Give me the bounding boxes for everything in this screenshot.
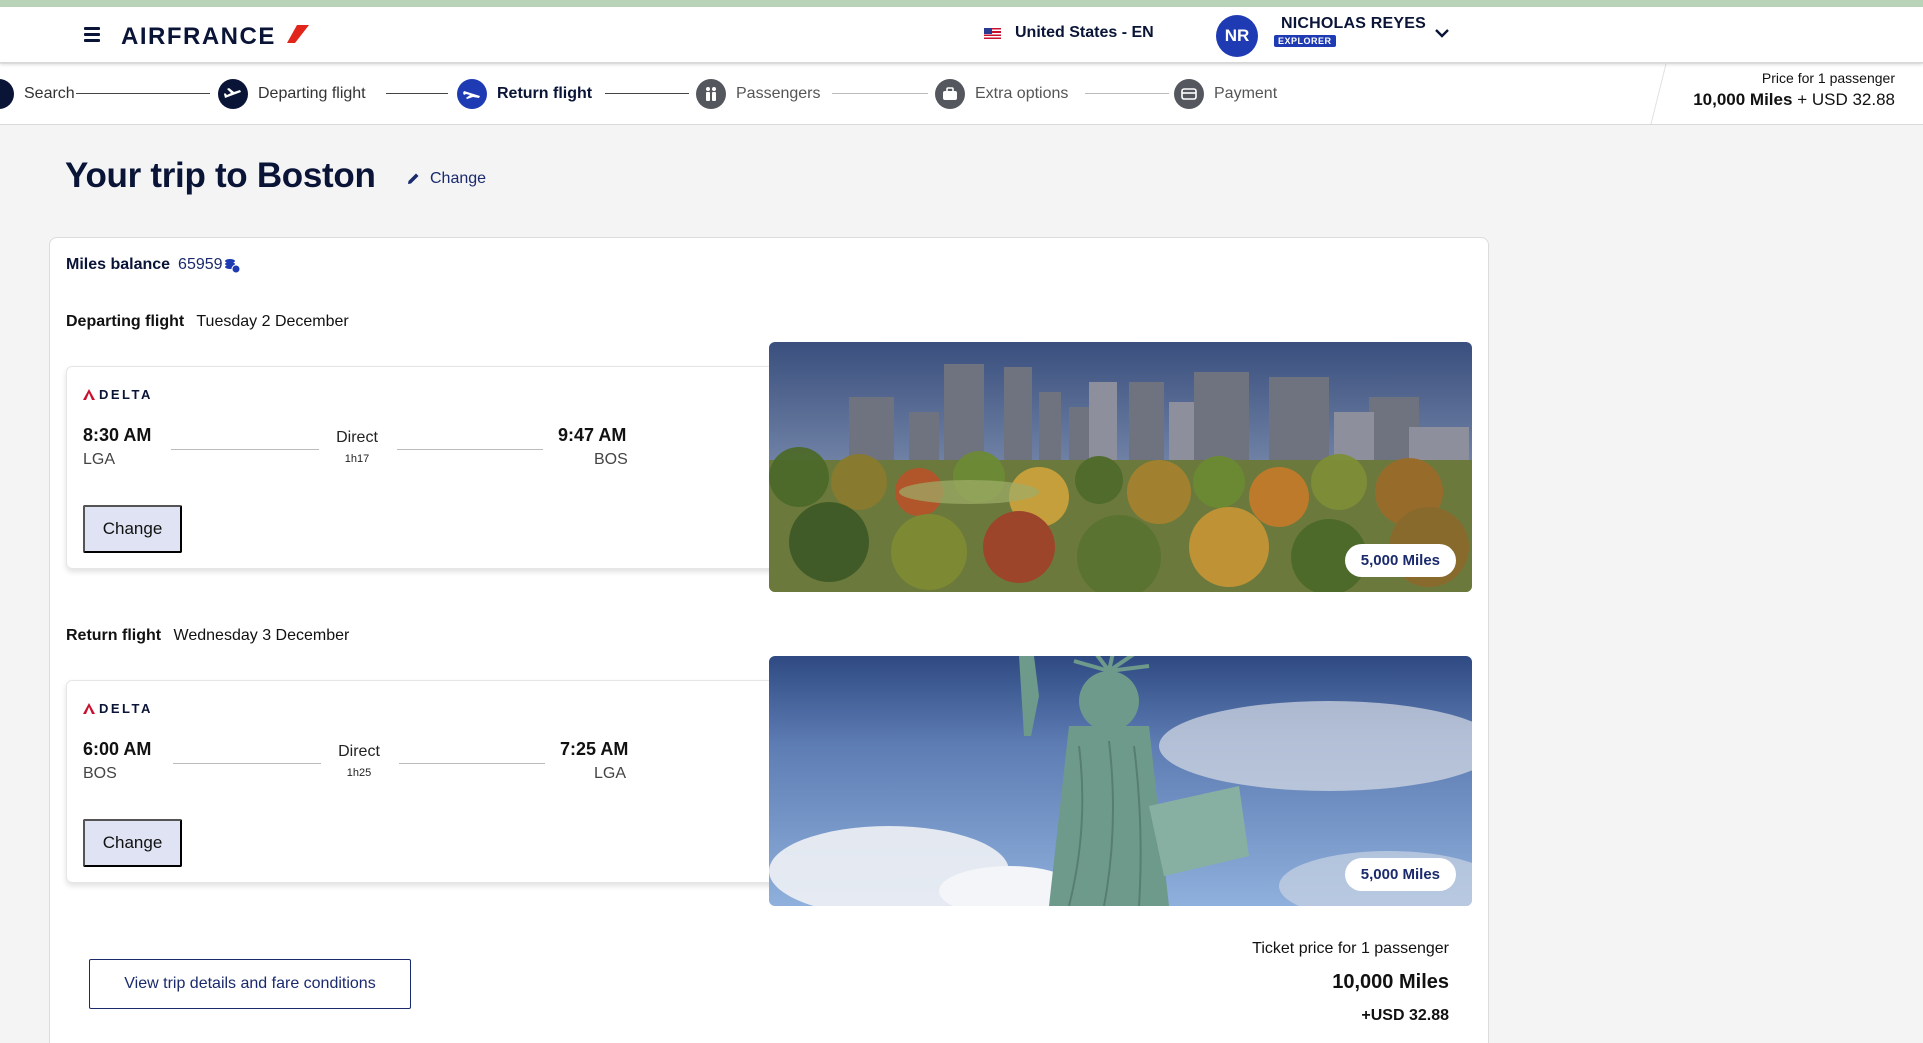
statue-of-liberty-image: 5,000 Miles — [769, 656, 1472, 906]
step-connector — [832, 93, 928, 94]
step-connector — [386, 93, 448, 94]
step-label: Payment — [1214, 85, 1278, 102]
departure-time: 6:00 AM — [83, 739, 152, 759]
locale-selector[interactable]: United States - EN — [984, 24, 1154, 42]
step-extra-options[interactable]: Extra options — [935, 79, 1068, 109]
user-tier-badge: EXPLORER — [1274, 35, 1336, 47]
divider — [1650, 64, 1667, 124]
step-connector — [605, 93, 689, 94]
page-title: Your trip to Boston — [65, 156, 376, 195]
search-step-icon — [0, 79, 14, 109]
route-line — [399, 763, 545, 764]
arrival-airport: LGA — [594, 765, 627, 782]
departure-airport: BOS — [83, 765, 117, 782]
site-header: AIRFRANCE United States - EN NR NICHOLAS… — [0, 7, 1923, 63]
delta-logo-icon — [83, 703, 95, 714]
return-flight-heading: Return flight Wednesday 3 December — [66, 627, 349, 645]
miles-coins-icon — [224, 259, 241, 274]
departing-miles-price: 5,000 Miles — [1344, 544, 1456, 577]
step-label: Return flight — [497, 85, 593, 102]
step-connector — [1085, 93, 1169, 94]
change-label: Change — [430, 170, 487, 187]
route-line — [397, 449, 543, 450]
airline-name: DELTA — [99, 701, 153, 716]
airfrance-logo[interactable]: AIRFRANCE — [121, 23, 276, 51]
passengers-icon — [696, 79, 726, 109]
arrival-time: 7:25 AM — [560, 739, 629, 759]
departing-flight-card: DELTA 8:30 AM LGA Direct 1h17 9:47 AM BO… — [66, 366, 786, 569]
us-flag-icon — [984, 27, 1001, 39]
departure-time: 8:30 AM — [83, 425, 152, 445]
route-line — [171, 449, 319, 450]
miles-balance-label: Miles balance — [66, 256, 171, 273]
price-summary-value: 10,000 Miles + USD 32.88 — [1693, 90, 1895, 110]
departure-airport: LGA — [83, 451, 116, 468]
miles-balance-value: 65959 — [178, 256, 223, 273]
step-passengers[interactable]: Passengers — [696, 79, 821, 109]
return-flight-card: DELTA 6:00 AM BOS Direct 1h25 7:25 AM LG… — [66, 680, 786, 883]
plane-takeoff-icon — [218, 79, 248, 109]
return-flight-date: Wednesday 3 December — [173, 627, 350, 644]
route-line — [173, 763, 321, 764]
suitcase-icon — [935, 79, 965, 109]
flight-type: Direct — [338, 743, 380, 760]
ticket-price-miles: 10,000 Miles — [1332, 971, 1449, 993]
top-accent-strip — [0, 0, 1923, 7]
menu-icon[interactable] — [84, 27, 100, 42]
ticket-price-label: Ticket price for 1 passenger — [1252, 940, 1449, 957]
return-miles-price: 5,000 Miles — [1344, 858, 1456, 891]
user-avatar[interactable]: NR — [1216, 15, 1258, 57]
step-departing-flight[interactable]: Departing flight — [218, 79, 366, 109]
ticket-price-usd: +USD 32.88 — [1361, 1007, 1449, 1024]
step-connector — [76, 93, 210, 94]
step-label: Extra options — [975, 85, 1069, 102]
pencil-icon — [408, 173, 419, 184]
return-flight-label: Return flight — [66, 627, 162, 644]
locale-label: United States - EN — [1015, 24, 1154, 41]
chevron-down-icon[interactable] — [1434, 27, 1450, 39]
price-summary-label: Price for 1 passenger — [1761, 70, 1895, 86]
flight-type: Direct — [336, 429, 378, 446]
price-summary-usd: + USD 32.88 — [1797, 90, 1895, 109]
step-label: Passengers — [736, 85, 821, 102]
airline-logo: DELTA — [83, 387, 153, 402]
departing-flight-date: Tuesday 2 December — [196, 313, 349, 330]
price-summary-miles: 10,000 Miles — [1693, 90, 1793, 109]
arrival-time: 9:47 AM — [558, 425, 627, 445]
boston-skyline-image: 5,000 Miles — [769, 342, 1472, 592]
step-payment[interactable]: Payment — [1174, 79, 1277, 109]
flight-duration: 1h17 — [344, 453, 370, 465]
airfrance-slash-icon — [287, 25, 309, 43]
user-name[interactable]: NICHOLAS REYES — [1281, 15, 1426, 33]
step-return-flight[interactable]: Return flight — [457, 79, 592, 109]
arrival-airport: BOS — [594, 451, 628, 468]
delta-logo-icon — [83, 389, 95, 400]
change-return-flight-button[interactable]: Change — [83, 819, 182, 867]
change-search-link[interactable]: Change — [406, 170, 486, 188]
step-label: Search — [24, 85, 75, 102]
departing-flight-label: Departing flight — [66, 313, 185, 330]
view-trip-details-button[interactable]: View trip details and fare conditions — [89, 959, 411, 1009]
step-search[interactable]: Search — [0, 79, 75, 109]
airline-logo: DELTA — [83, 701, 153, 716]
booking-stepper: Search Departing flight Return flight Pa… — [0, 64, 1923, 125]
credit-card-icon — [1174, 79, 1204, 109]
airline-name: DELTA — [99, 387, 153, 402]
flight-duration: 1h25 — [346, 767, 372, 779]
departing-flight-heading: Departing flight Tuesday 2 December — [66, 313, 349, 331]
step-label: Departing flight — [258, 85, 366, 102]
change-departing-flight-button[interactable]: Change — [83, 505, 182, 553]
miles-balance: Miles balance 65959 — [66, 256, 241, 274]
plane-landing-icon — [457, 79, 487, 109]
